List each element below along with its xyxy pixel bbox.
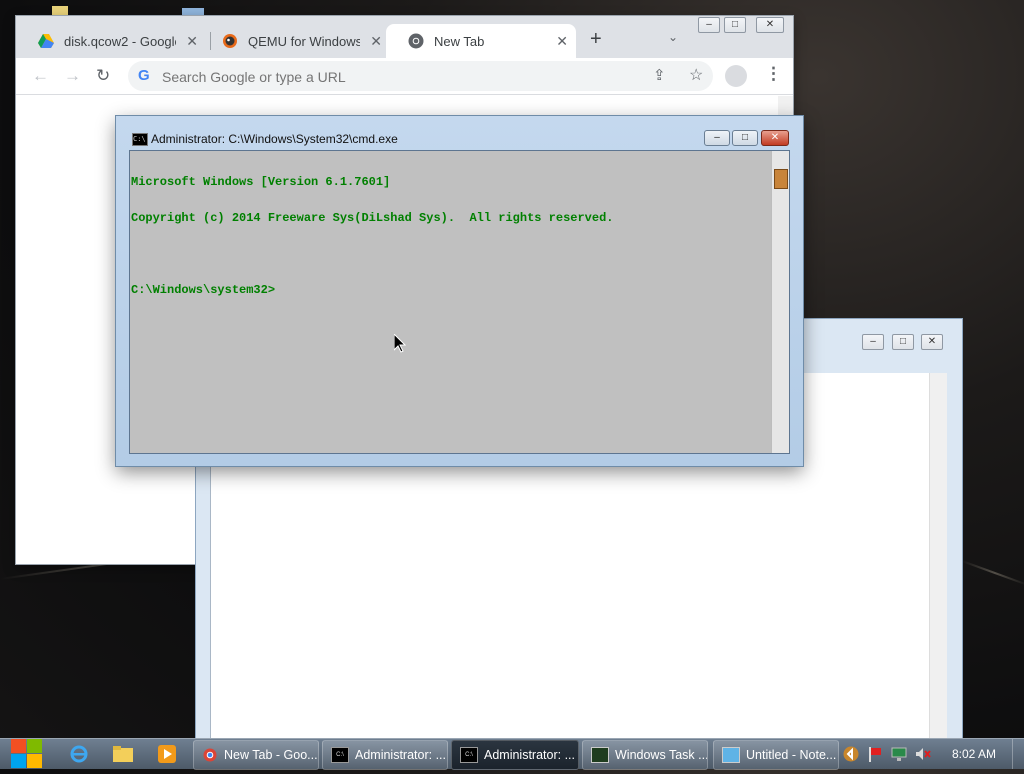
tab-strip: disk.qcow2 - Google D ✕ QEMU for Windows… — [16, 16, 793, 58]
cmd-title: Administrator: C:\Windows\System32\cmd.e… — [151, 132, 398, 146]
taskbar-item-notepad[interactable]: Untitled - Note... — [713, 740, 839, 770]
clock[interactable]: 8:02 AM — [952, 747, 996, 761]
reload-icon[interactable]: ↻ — [96, 66, 110, 86]
taskbar-item-cmd[interactable]: C:\ Administrator: ... — [322, 740, 448, 770]
tab-new-tab[interactable]: New Tab ✕ — [386, 24, 576, 58]
taskbar-item-label: New Tab - Goo... — [224, 748, 318, 762]
console-prompt: C:\Windows\system32> — [131, 283, 276, 297]
maximize-button[interactable]: □ — [724, 17, 746, 33]
new-tab-plus-icon[interactable]: + — [590, 29, 602, 49]
show-desktop-button[interactable] — [1012, 739, 1024, 769]
close-tab-icon[interactable]: ✕ — [370, 33, 382, 50]
console-scrollbar[interactable] — [771, 151, 789, 453]
back-arrow-icon[interactable]: ← — [32, 66, 49, 86]
cmd-window: C:\ Administrator: C:\Windows\System32\c… — [116, 116, 803, 466]
tab-title: disk.qcow2 - Google D — [64, 33, 176, 49]
volume-muted-icon[interactable] — [915, 746, 931, 762]
taskbar: New Tab - Goo... C:\ Administrator: ... … — [0, 738, 1024, 770]
media-player-icon[interactable] — [156, 743, 178, 765]
minimize-button[interactable]: – — [698, 17, 720, 33]
windows-logo-icon — [11, 739, 42, 768]
tab-title: New Tab — [434, 33, 485, 49]
close-button[interactable]: ✕ — [921, 334, 943, 350]
cmd-icon: C:\ — [132, 133, 148, 146]
close-button[interactable]: ✕ — [756, 17, 784, 33]
chrome-icon — [408, 33, 424, 49]
maximize-button[interactable]: □ — [892, 334, 914, 350]
qemu-icon — [222, 33, 238, 49]
taskbar-item-cmd-active[interactable]: C:\ Administrator: ... — [451, 740, 579, 770]
taskbar-item-chrome[interactable]: New Tab - Goo... — [193, 740, 319, 770]
taskbar-item-task-manager[interactable]: Windows Task ... — [582, 740, 708, 770]
minimize-button[interactable]: – — [704, 130, 730, 146]
taskbar-item-label: Administrator: ... — [355, 748, 446, 762]
network-icon[interactable] — [891, 746, 907, 762]
address-bar-input[interactable] — [160, 66, 634, 88]
tab-search-chevron-icon[interactable]: ⌄ — [668, 30, 678, 44]
profile-avatar-icon[interactable] — [725, 65, 747, 87]
console-line: Copyright (c) 2014 Freeware Sys(DiLshad … — [131, 211, 614, 225]
share-icon[interactable]: ⇪ — [653, 66, 666, 84]
task-manager-icon — [591, 747, 609, 763]
file-explorer-icon[interactable] — [112, 743, 134, 765]
omnibox[interactable]: G ⇪ ☆ — [128, 61, 713, 91]
menu-kebab-icon[interactable]: ⋮ — [765, 64, 782, 84]
tab-google-drive[interactable]: disk.qcow2 - Google D ✕ — [16, 24, 206, 58]
console-line: Microsoft Windows [Version 6.1.7601] — [131, 175, 391, 189]
taskbar-item-label: Windows Task ... — [615, 748, 708, 762]
internet-explorer-icon[interactable] — [68, 743, 90, 765]
chrome-icon — [202, 748, 218, 762]
close-tab-icon[interactable]: ✕ — [556, 33, 568, 50]
google-drive-icon — [38, 33, 54, 49]
cmd-titlebar[interactable]: C:\ Administrator: C:\Windows\System32\c… — [116, 116, 803, 150]
cmd-icon: C:\ — [460, 747, 478, 763]
wallpaper-streak — [961, 560, 1024, 586]
mouse-cursor-icon — [394, 334, 406, 353]
notepad-icon — [722, 747, 740, 763]
browser-toolbar: ← → ↻ G ⇪ ☆ ⋮ — [16, 58, 793, 95]
google-g-icon: G — [138, 67, 150, 84]
action-center-flag-icon[interactable] — [867, 746, 883, 762]
desktop-icon[interactable] — [52, 6, 68, 16]
notepad-scrollbar[interactable] — [929, 373, 947, 768]
cmd-icon: C:\ — [331, 747, 349, 763]
close-tab-icon[interactable]: ✕ — [186, 33, 198, 50]
close-button[interactable]: ✕ — [761, 130, 789, 146]
bookmark-star-icon[interactable]: ☆ — [689, 65, 703, 85]
tab-title: QEMU for Windows – — [248, 33, 360, 49]
maximize-button[interactable]: □ — [732, 130, 758, 146]
console-output[interactable]: Microsoft Windows [Version 6.1.7601] Cop… — [131, 152, 771, 452]
start-button[interactable] — [10, 738, 43, 769]
show-hidden-icons-icon[interactable] — [843, 746, 859, 762]
taskbar-item-label: Untitled - Note... — [746, 748, 837, 762]
minimize-button[interactable]: – — [862, 334, 884, 350]
scrollbar-thumb[interactable] — [774, 169, 788, 189]
forward-arrow-icon[interactable]: → — [64, 66, 81, 86]
console-area[interactable]: Microsoft Windows [Version 6.1.7601] Cop… — [129, 150, 790, 454]
desktop-icon[interactable] — [182, 8, 204, 16]
tab-qemu[interactable]: QEMU for Windows – ✕ — [200, 24, 390, 58]
taskbar-item-label: Administrator: ... — [484, 748, 575, 762]
